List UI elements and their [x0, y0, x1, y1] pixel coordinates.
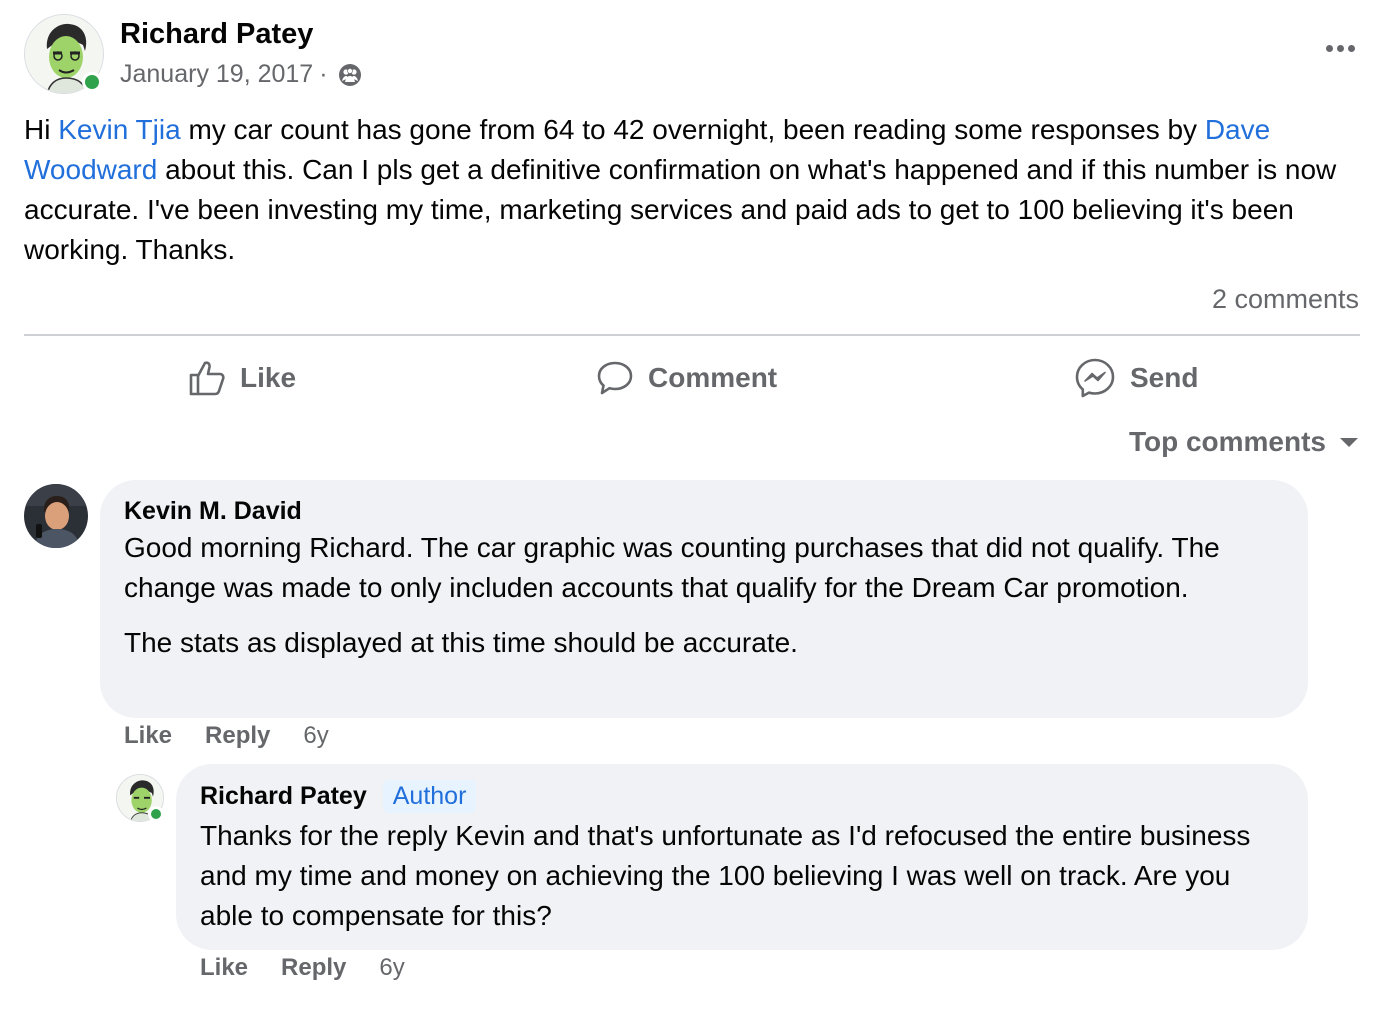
comment-author: Kevin M. David [124, 494, 1284, 528]
sort-label: Top comments [1128, 426, 1326, 457]
post-header: Richard Patey January 19, 2017 · [24, 14, 1360, 94]
reply-actions: Like Reply 6y [200, 954, 405, 982]
post-text: about this. Can I pls get a definitive c… [24, 154, 1337, 265]
more-dot-icon [1325, 44, 1333, 52]
post-text: Hi [24, 114, 59, 145]
commenter-avatar[interactable] [24, 484, 88, 548]
send-label: Send [1130, 362, 1199, 393]
post-text: my car count has gone from 64 to 42 over… [180, 114, 1205, 145]
reply-author-name[interactable]: Richard Patey [200, 782, 367, 811]
more-options-button[interactable] [1320, 36, 1360, 60]
comment-like-button[interactable]: Like [124, 722, 172, 750]
like-button[interactable]: Like [188, 350, 296, 406]
reply-author: Richard Patey Author [200, 776, 1284, 816]
comment-author-name[interactable]: Kevin M. David [124, 497, 302, 526]
send-button[interactable]: Send [1074, 350, 1198, 406]
post-meta: January 19, 2017 · [120, 60, 362, 89]
comment-sort-dropdown[interactable]: Top comments [1129, 426, 1358, 458]
post-body: Hi Kevin Tjia my car count has gone from… [24, 110, 1360, 270]
comment-bubble: Kevin M. David Good morning Richard. The… [100, 480, 1308, 718]
online-status-dot [82, 72, 102, 92]
more-dot-icon [1347, 44, 1355, 52]
reply-text: Thanks for the reply Kevin and that's un… [200, 820, 1251, 931]
thumbs-up-icon [189, 361, 225, 396]
caret-down-icon [1340, 437, 1358, 447]
comment-reply-button[interactable]: Reply [205, 722, 270, 750]
meta-separator: · [319, 60, 328, 88]
comment-count-link[interactable]: 2 comments [1212, 284, 1359, 315]
divider [24, 334, 1360, 336]
reply-like-button[interactable]: Like [200, 954, 248, 982]
friends-icon[interactable] [338, 63, 362, 87]
online-status-dot [148, 806, 164, 822]
action-bar: Like Comment Send [24, 350, 1360, 406]
avatar-photo [24, 484, 88, 548]
comment-button[interactable]: Comment [596, 350, 777, 406]
mention-link[interactable]: Kevin Tjia [58, 114, 180, 145]
comment-text: The stats as displayed at this time shou… [124, 627, 798, 658]
comment-label: Comment [648, 362, 778, 393]
more-dot-icon [1336, 44, 1344, 52]
reply-timestamp[interactable]: 6y [379, 954, 404, 982]
comment-text: Good morning Richard. The car graphic wa… [124, 532, 1220, 603]
messenger-icon [1075, 358, 1115, 398]
comment-timestamp[interactable]: 6y [303, 722, 328, 750]
reply-reply-button[interactable]: Reply [281, 954, 346, 982]
reply-bubble: Richard Patey Author Thanks for the repl… [176, 764, 1308, 950]
like-label: Like [240, 362, 297, 393]
comment-icon [597, 361, 633, 395]
post-author-name[interactable]: Richard Patey [120, 18, 313, 51]
post-date[interactable]: January 19, 2017 [120, 60, 313, 89]
author-badge: Author [382, 779, 477, 813]
comment-actions: Like Reply 6y [124, 722, 329, 750]
